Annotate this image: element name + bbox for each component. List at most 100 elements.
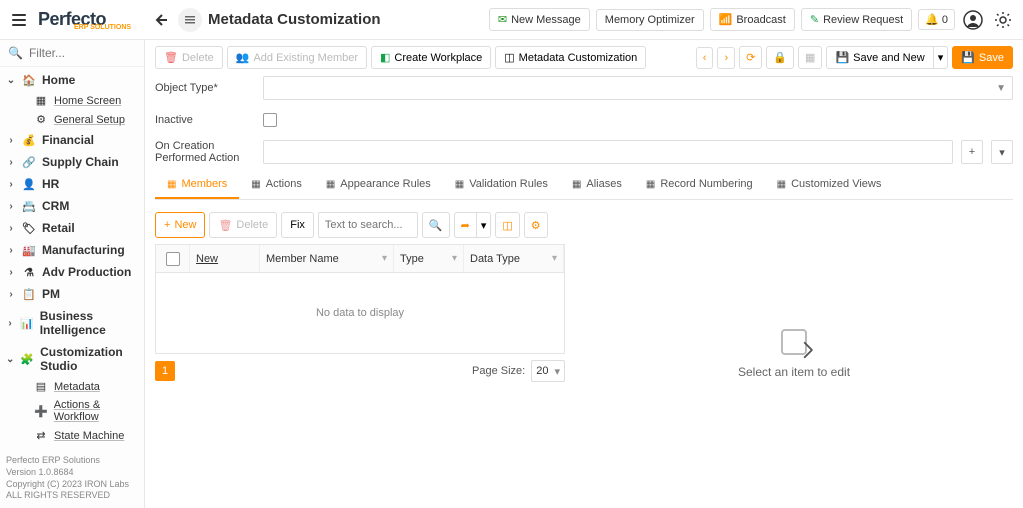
inactive-checkbox[interactable]	[263, 113, 277, 127]
tab-label: Record Numbering	[660, 178, 752, 190]
refresh-button[interactable]: ⟳	[739, 46, 762, 69]
sidebar-subitem-actions-&-workflow[interactable]: ➕Actions & Workflow	[30, 396, 144, 426]
page-size-label: Page Size:	[472, 365, 525, 377]
grid-export-button[interactable]: ➦	[454, 212, 476, 238]
col-data-type[interactable]: Data Type▾	[464, 245, 564, 272]
filter-icon[interactable]: ▾	[552, 253, 557, 264]
tab-aliases[interactable]: ▦Aliases	[560, 171, 634, 199]
sidebar-item-label: Manufacturing	[42, 243, 125, 257]
page-title: Metadata Customization	[208, 11, 381, 28]
col-type[interactable]: Type▾	[394, 245, 464, 272]
metadata-customization-button[interactable]: ◫Metadata Customization	[495, 46, 646, 69]
grid-search-button[interactable]: 🔍	[422, 212, 450, 238]
settings-gear-icon[interactable]	[991, 8, 1015, 32]
sidebar-item-hr[interactable]: ›👤HR	[0, 173, 144, 195]
sidebar-filter-input[interactable]	[29, 46, 136, 60]
notification-badge[interactable]: 🔔0	[918, 9, 955, 30]
memory-optimizer-button[interactable]: Memory Optimizer	[596, 9, 704, 31]
chevron-icon: ⌄	[6, 354, 14, 365]
sidebar-item-pm[interactable]: ›📋PM	[0, 283, 144, 305]
tab-members[interactable]: ▦Members	[155, 171, 239, 199]
tab-customized-views[interactable]: ▦Customized Views	[765, 171, 894, 199]
account-icon[interactable]	[961, 8, 985, 32]
item-icon: ▦	[34, 94, 48, 107]
sidebar-item-manufacturing[interactable]: ›🏭Manufacturing	[0, 239, 144, 261]
sidebar-item-customization-studio[interactable]: ⌄🧩Customization Studio	[0, 341, 144, 377]
chevron-icon: ›	[6, 267, 16, 278]
save-and-new-dropdown[interactable]: ▾	[933, 46, 949, 69]
sidebar-item-retail[interactable]: ›🏷Retail	[0, 217, 144, 239]
sidebar-item-label: Home	[42, 73, 75, 87]
broadcast-button[interactable]: 📶Broadcast	[710, 8, 795, 31]
grid-columns-button[interactable]: ◫	[495, 212, 519, 238]
tab-validation-rules[interactable]: ▦Validation Rules	[443, 171, 560, 199]
on-creation-combo[interactable]	[263, 140, 953, 164]
grid-new-button[interactable]: +New	[155, 212, 205, 238]
grid-toolbar: +New 🗑Delete Fix 🔍 ➦ ▾ ◫ ⚙	[155, 206, 565, 244]
grid-filter-button[interactable]: ⚙	[524, 212, 548, 238]
tab-record-numbering[interactable]: ▦Record Numbering	[634, 171, 765, 199]
sidebar-item-supply-chain[interactable]: ›🔗Supply Chain	[0, 151, 144, 173]
delete-button[interactable]: 🗑Delete	[155, 46, 223, 69]
tab-label: Members	[181, 178, 227, 190]
extra-action-button[interactable]: ▦	[798, 46, 822, 69]
sidebar-subitem-home-screen[interactable]: ▦Home Screen	[30, 91, 144, 110]
on-creation-add-button[interactable]: +	[961, 140, 983, 164]
sidebar-item-business-intelligence[interactable]: ›📊Business Intelligence	[0, 305, 144, 341]
back-button[interactable]	[148, 8, 172, 32]
item-icon: ▤	[34, 380, 48, 393]
sidebar-item-label: Business Intelligence	[40, 309, 138, 337]
on-creation-more-button[interactable]: ▾	[991, 140, 1013, 164]
context-icon[interactable]	[178, 8, 202, 32]
grid-fix-button[interactable]: Fix	[281, 212, 314, 238]
col-member-name[interactable]: Member Name▾	[260, 245, 394, 272]
tab-label: Aliases	[586, 178, 621, 190]
sidebar-item-financial[interactable]: ›💰Financial	[0, 129, 144, 151]
review-request-button[interactable]: ✎Review Request	[801, 8, 912, 31]
item-icon: ⇄	[34, 429, 48, 442]
filter-icon[interactable]: ▾	[452, 253, 457, 264]
chevron-icon: ⌄	[6, 75, 16, 86]
save-button[interactable]: 💾Save	[952, 46, 1013, 69]
tab-appearance-rules[interactable]: ▦Appearance Rules	[314, 171, 443, 199]
sidebar-subitem-general-setup[interactable]: ⚙General Setup	[30, 110, 144, 129]
tab-actions[interactable]: ▦Actions	[239, 171, 314, 199]
sidebar-item-label: Metadata	[54, 381, 100, 393]
page-1-button[interactable]: 1	[155, 361, 175, 381]
save-and-new-button[interactable]: 💾Save and New	[826, 46, 932, 69]
create-workplace-button[interactable]: ◧Create Workplace	[371, 46, 491, 69]
grid-search-input[interactable]	[318, 212, 418, 238]
group-icon: 🔗	[22, 156, 36, 169]
sidebar-item-home[interactable]: ⌄🏠Home	[0, 69, 144, 91]
sidebar-subitem-state-machine[interactable]: ⇄State Machine	[30, 426, 144, 445]
action-toolbar: 🗑Delete 👥Add Existing Member ◧Create Wor…	[155, 46, 1013, 69]
sidebar-item-label: Financial	[42, 133, 94, 147]
lock-button[interactable]: 🔒	[766, 46, 794, 69]
grid-select-all-checkbox[interactable]	[166, 252, 180, 266]
col-new[interactable]: New	[190, 245, 260, 272]
chevron-icon: ›	[6, 201, 16, 212]
sidebar-item-label: Actions & Workflow	[54, 399, 140, 423]
object-type-combo[interactable]: ▼	[263, 76, 1013, 100]
prev-record-button[interactable]: ‹	[696, 47, 714, 69]
chevron-icon: ›	[6, 135, 16, 146]
sidebar-item-crm[interactable]: ›📇CRM	[0, 195, 144, 217]
new-message-button[interactable]: ✉New Message	[489, 8, 590, 31]
sidebar-subitem-metadata[interactable]: ▤ Metadata	[30, 377, 144, 396]
page-size-select[interactable]: 20▾	[531, 360, 565, 382]
sidebar-search[interactable]: 🔍	[0, 40, 144, 67]
tab-icon: ▦	[251, 179, 260, 190]
menu-toggle-icon[interactable]	[8, 9, 30, 31]
filter-icon[interactable]: ▾	[382, 253, 387, 264]
tab-icon: ▦	[326, 179, 335, 190]
grid-delete-button[interactable]: 🗑Delete	[209, 212, 277, 238]
sidebar-item-label: HR	[42, 177, 59, 191]
grid-pager: 1 Page Size: 20▾	[155, 354, 565, 388]
grid-export-dropdown[interactable]: ▾	[476, 212, 492, 238]
members-grid-panel: +New 🗑Delete Fix 🔍 ➦ ▾ ◫ ⚙	[155, 206, 565, 502]
object-type-row: Object Type* ▼	[155, 75, 1013, 101]
inactive-label: Inactive	[155, 114, 255, 126]
add-existing-member-button[interactable]: 👥Add Existing Member	[227, 46, 367, 69]
sidebar-item-adv-production[interactable]: ›⚗Adv Production	[0, 261, 144, 283]
next-record-button[interactable]: ›	[717, 47, 735, 69]
